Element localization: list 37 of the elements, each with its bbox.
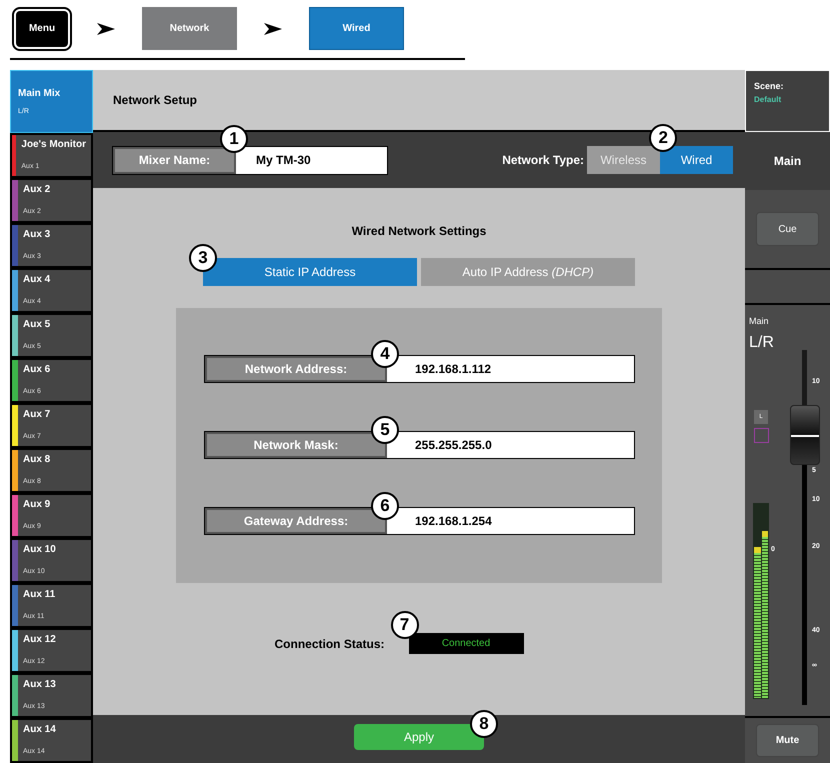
breadcrumb-button[interactable]: Network xyxy=(142,7,237,50)
network-type-toggle[interactable]: Wired xyxy=(660,146,733,174)
mix-name: Aux 3 xyxy=(23,228,50,242)
mix-name: Aux 12 xyxy=(23,633,56,647)
mix-name: Aux 13 xyxy=(23,678,56,692)
mix-name: Aux 10 xyxy=(23,542,56,557)
arrow-icon xyxy=(97,22,115,34)
callout-number: 3 xyxy=(189,244,217,272)
scene-panel[interactable]: Scene: Default xyxy=(745,70,830,132)
mute-button[interactable]: Mute xyxy=(756,724,819,757)
mix-name: Joe's Monitor xyxy=(21,138,86,152)
strip-name: L/R xyxy=(749,333,774,353)
mix-name: Aux 7 xyxy=(23,408,50,422)
scene-label: Scene: xyxy=(754,80,785,93)
status-indicator: Connected xyxy=(408,633,524,654)
strip-label: Main xyxy=(749,315,769,328)
scene-value: Default xyxy=(754,94,782,106)
section-title: Wired Network Settings xyxy=(352,223,486,240)
cue-button[interactable]: Cue xyxy=(756,212,819,246)
status-label: Connection Status: xyxy=(274,636,384,652)
fader-thumb[interactable] xyxy=(790,405,820,466)
page-title: Network Setup xyxy=(113,92,198,109)
breadcrumb-button[interactable]: Wired xyxy=(309,7,404,50)
field-label: Network Type: xyxy=(502,152,584,169)
mix-name: Aux 6 xyxy=(23,362,50,377)
mix-name: Aux 5 xyxy=(23,318,50,332)
mix-name: Aux 4 xyxy=(23,272,50,287)
mix-name: Aux 11 xyxy=(23,588,56,602)
arrow-icon xyxy=(264,22,282,34)
tag-icon xyxy=(754,428,769,443)
mix-name: Aux 14 xyxy=(23,723,56,738)
main-tab[interactable]: Main xyxy=(745,132,830,190)
mix-name: Aux 2 xyxy=(23,182,50,197)
mix-name: Aux 9 xyxy=(23,498,50,512)
mix-name: Aux 8 xyxy=(23,452,50,467)
menu-button[interactable]: Menu xyxy=(14,8,70,48)
callout-number: 7 xyxy=(390,611,418,639)
